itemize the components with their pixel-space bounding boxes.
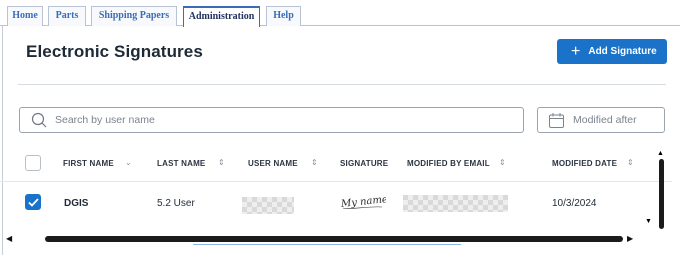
- column-header-signature: SIGNATURE: [340, 159, 388, 168]
- tab-parts[interactable]: Parts: [48, 6, 86, 26]
- add-signature-button[interactable]: + Add Signature: [557, 39, 667, 64]
- scroll-down-arrow-icon[interactable]: ▼: [645, 218, 652, 225]
- column-header-label: SIGNATURE: [340, 159, 389, 168]
- sort-icon: ⇕: [499, 158, 506, 167]
- cell-modified-date: 10/3/2024: [552, 198, 597, 209]
- modified-after-field: [537, 107, 665, 133]
- column-header-user-name[interactable]: USER NAME ⇕: [248, 158, 318, 168]
- tab-shipping-papers[interactable]: Shipping Papers: [91, 6, 177, 26]
- vertical-scrollbar-thumb[interactable]: [659, 159, 664, 229]
- modified-after-input[interactable]: [573, 114, 653, 126]
- column-header-label: MODIFIED DATE: [552, 159, 618, 168]
- cell-modified-by-email-redacted: [403, 195, 508, 212]
- calendar-icon[interactable]: [548, 112, 565, 129]
- column-header-last-name[interactable]: LAST NAME ⇕: [157, 158, 225, 168]
- sort-icon: ⌄: [125, 158, 132, 167]
- select-all-checkbox[interactable]: [25, 155, 41, 171]
- column-header-label: LAST NAME: [157, 159, 206, 168]
- scroll-right-arrow-icon[interactable]: ▶: [627, 234, 633, 243]
- scroll-up-arrow-icon[interactable]: ▲: [657, 150, 664, 157]
- signature-image: My name: [340, 194, 386, 210]
- column-header-label: FIRST NAME: [63, 159, 114, 168]
- add-signature-label: Add Signature: [588, 46, 657, 57]
- scroll-track-highlight: [193, 244, 461, 245]
- page-title: Electronic Signatures: [26, 42, 203, 61]
- cell-user-name-redacted: [242, 197, 294, 214]
- column-header-first-name[interactable]: FIRST NAME ⌄: [63, 158, 132, 168]
- sort-icon: ⇕: [218, 158, 225, 167]
- cell-first-name: DGIS: [64, 198, 89, 209]
- sort-icon: ⇕: [311, 158, 318, 167]
- tab-help[interactable]: Help: [266, 6, 301, 26]
- tab-administration[interactable]: Administration: [183, 6, 260, 27]
- column-header-modified-date[interactable]: MODIFIED DATE ⇕: [552, 158, 634, 168]
- horizontal-scrollbar-thumb[interactable]: [45, 236, 623, 242]
- column-header-label: USER NAME: [248, 159, 298, 168]
- plus-icon: +: [571, 42, 581, 60]
- frame-border: [2, 26, 3, 255]
- tab-home[interactable]: Home: [7, 6, 43, 26]
- column-header-label: MODIFIED BY EMAIL: [407, 159, 490, 168]
- tab-bar: Home Parts Shipping Papers Administratio…: [0, 0, 680, 27]
- header-divider: [18, 84, 666, 85]
- check-icon: [27, 197, 39, 207]
- search-icon: [31, 112, 47, 128]
- column-header-modified-by-email[interactable]: MODIFIED BY EMAIL ⇕: [407, 158, 506, 168]
- cell-last-name: 5.2 User: [157, 198, 195, 209]
- sort-icon: ⇕: [627, 158, 634, 167]
- row-checkbox[interactable]: [25, 194, 41, 210]
- row-separator: [0, 181, 672, 182]
- search-box: [19, 107, 524, 133]
- search-input[interactable]: [55, 114, 495, 126]
- scroll-left-arrow-icon[interactable]: ◀: [6, 234, 12, 243]
